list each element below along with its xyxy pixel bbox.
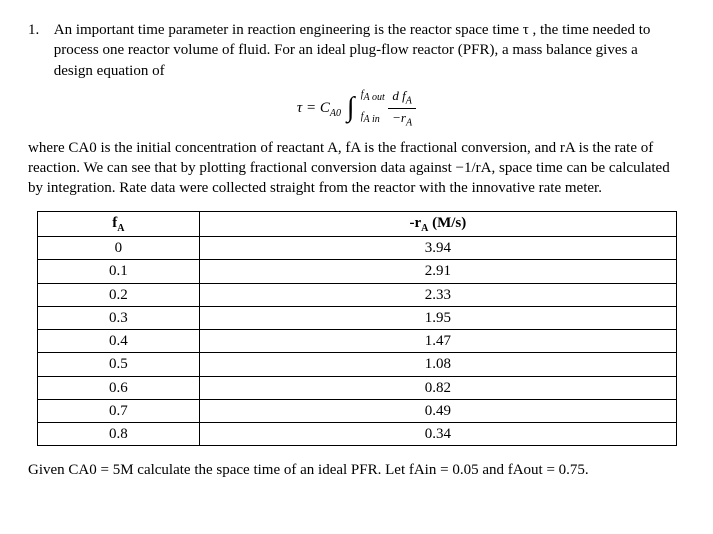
cell-fa: 0.4 xyxy=(37,330,200,353)
cell-ra: 2.33 xyxy=(200,283,676,306)
table-header-ra: -rA (M/s) xyxy=(200,211,676,237)
cell-fa: 0.3 xyxy=(37,306,200,329)
cell-fa: 0.8 xyxy=(37,423,200,446)
table-row: 0.12.91 xyxy=(37,260,676,283)
cell-fa: 0.2 xyxy=(37,283,200,306)
cell-fa: 0.5 xyxy=(37,353,200,376)
cell-ra: 1.08 xyxy=(200,353,676,376)
table-row: 0.31.95 xyxy=(37,306,676,329)
cell-ra: 1.47 xyxy=(200,330,676,353)
cell-ra: 1.95 xyxy=(200,306,676,329)
equation-fraction: d fA −rA xyxy=(388,87,416,130)
table-row: 0.60.82 xyxy=(37,376,676,399)
table-row: 0.51.08 xyxy=(37,353,676,376)
integral-symbol: ∫ fA out fA in xyxy=(347,94,355,122)
cell-ra: 0.49 xyxy=(200,399,676,422)
cell-ra: 2.91 xyxy=(200,260,676,283)
table-row: 0.70.49 xyxy=(37,399,676,422)
cell-fa: 0.6 xyxy=(37,376,200,399)
table-row: 0.41.47 xyxy=(37,330,676,353)
problem-block: 1. An important time parameter in reacti… xyxy=(28,20,685,81)
cell-fa: 0 xyxy=(37,237,200,260)
table-body: 03.940.12.910.22.330.31.950.41.470.51.08… xyxy=(37,237,676,446)
cell-fa: 0.7 xyxy=(37,399,200,422)
table-row: 0.22.33 xyxy=(37,283,676,306)
problem-given: Given CA0 = 5M calculate the space time … xyxy=(28,460,685,480)
cell-ra: 0.34 xyxy=(200,423,676,446)
table-header-fa: fA xyxy=(37,211,200,237)
table-row: 0.80.34 xyxy=(37,423,676,446)
cell-ra: 3.94 xyxy=(200,237,676,260)
problem-number: 1. xyxy=(28,20,50,40)
design-equation: τ = CA0 ∫ fA out fA in d fA −rA xyxy=(28,87,685,130)
problem-continuation: where CA0 is the initial concentration o… xyxy=(28,138,685,199)
problem-intro: An important time parameter in reaction … xyxy=(54,20,674,81)
table-row: 03.94 xyxy=(37,237,676,260)
cell-ra: 0.82 xyxy=(200,376,676,399)
rate-data-table: fA -rA (M/s) 03.940.12.910.22.330.31.950… xyxy=(37,211,677,447)
equation-lhs: τ = CA0 xyxy=(297,100,341,116)
cell-fa: 0.1 xyxy=(37,260,200,283)
